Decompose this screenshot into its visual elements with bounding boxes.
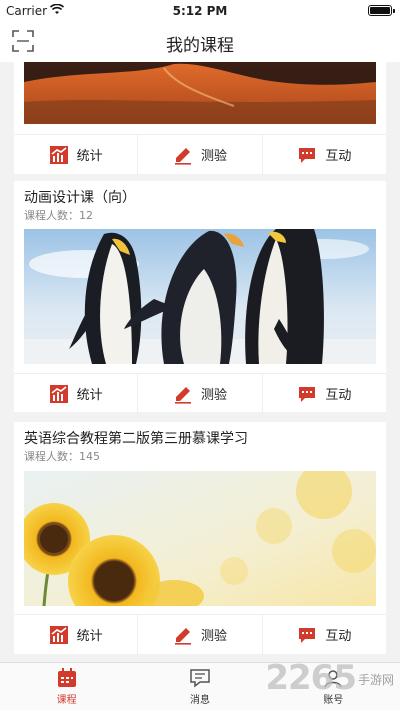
stats-icon <box>49 625 68 644</box>
course-card[interactable]: 统计 测验 互动 <box>14 62 386 174</box>
interact-button[interactable]: 互动 <box>261 135 386 174</box>
stats-button[interactable]: 统计 <box>14 374 137 413</box>
calendar-icon <box>57 668 76 687</box>
quiz-icon <box>174 147 191 165</box>
course-count-label: 课程人数： <box>24 450 79 463</box>
interact-label: 互动 <box>325 629 352 644</box>
stats-label: 统计 <box>76 149 103 164</box>
tab-label: 消息 <box>189 695 210 706</box>
battery-icon <box>368 5 395 16</box>
interact-label: 互动 <box>325 149 352 164</box>
chat-icon <box>299 147 316 163</box>
interact-button[interactable]: 互动 <box>261 615 386 654</box>
stats-icon <box>49 384 68 403</box>
message-icon <box>190 669 210 688</box>
course-actions: 统计 测验 互动 <box>14 373 386 413</box>
course-banner-mountain[interactable] <box>24 62 376 124</box>
interact-button[interactable]: 互动 <box>261 374 386 413</box>
course-title[interactable]: 动画设计课（向） <box>24 187 136 207</box>
course-count-label: 课程人数： <box>24 209 79 222</box>
nav-bar: 我的课程 <box>0 22 400 62</box>
status-time: 5:12 PM <box>172 4 228 18</box>
course-actions: 统计 测验 互动 <box>14 614 386 654</box>
page-title: 我的课程 <box>166 36 234 56</box>
course-actions: 统计 测验 互动 <box>14 134 386 174</box>
stats-label: 统计 <box>76 629 103 644</box>
course-card[interactable]: 动画设计课（向） 课程人数：12 统计 测验 互动 <box>14 181 386 413</box>
stats-button[interactable]: 统计 <box>14 615 137 654</box>
quiz-button[interactable]: 测验 <box>137 615 261 654</box>
watermark: 2265 手游网 <box>265 658 394 698</box>
stats-button[interactable]: 统计 <box>14 135 137 174</box>
stats-icon <box>49 145 68 164</box>
course-count-value: 12 <box>79 209 93 222</box>
course-list[interactable]: 统计 测验 互动 动画设计课（向） 课程人数：12 统计 测验 互动 英语综合教… <box>0 62 400 662</box>
watermark-brand: 2265 <box>265 658 357 698</box>
quiz-button[interactable]: 测验 <box>137 374 261 413</box>
course-banner-sunflowers[interactable] <box>24 471 376 606</box>
tab-messages[interactable]: 消息 <box>133 663 266 710</box>
quiz-icon <box>174 386 191 404</box>
watermark-suffix: 手游网 <box>357 673 394 687</box>
quiz-label: 测验 <box>200 149 227 164</box>
quiz-label: 测验 <box>200 388 227 403</box>
course-count: 课程人数：145 <box>24 448 100 464</box>
course-count-value: 145 <box>79 450 100 463</box>
chat-icon <box>299 386 316 402</box>
tab-label: 课程 <box>56 695 77 706</box>
course-card[interactable]: 英语综合教程第二版第三册慕课学习 课程人数：145 统计 测验 互动 <box>14 422 386 654</box>
course-title[interactable]: 英语综合教程第二版第三册慕课学习 <box>24 428 248 448</box>
status-bar: Carrier 5:12 PM <box>0 0 400 22</box>
tab-courses[interactable]: 课程 <box>0 663 133 710</box>
quiz-label: 测验 <box>200 629 227 644</box>
course-count: 课程人数：12 <box>24 207 93 223</box>
quiz-icon <box>174 627 191 645</box>
quiz-button[interactable]: 测验 <box>137 135 261 174</box>
course-banner-penguins[interactable] <box>24 229 376 364</box>
chat-icon <box>299 627 316 643</box>
interact-label: 互动 <box>325 388 352 403</box>
stats-label: 统计 <box>76 388 103 403</box>
